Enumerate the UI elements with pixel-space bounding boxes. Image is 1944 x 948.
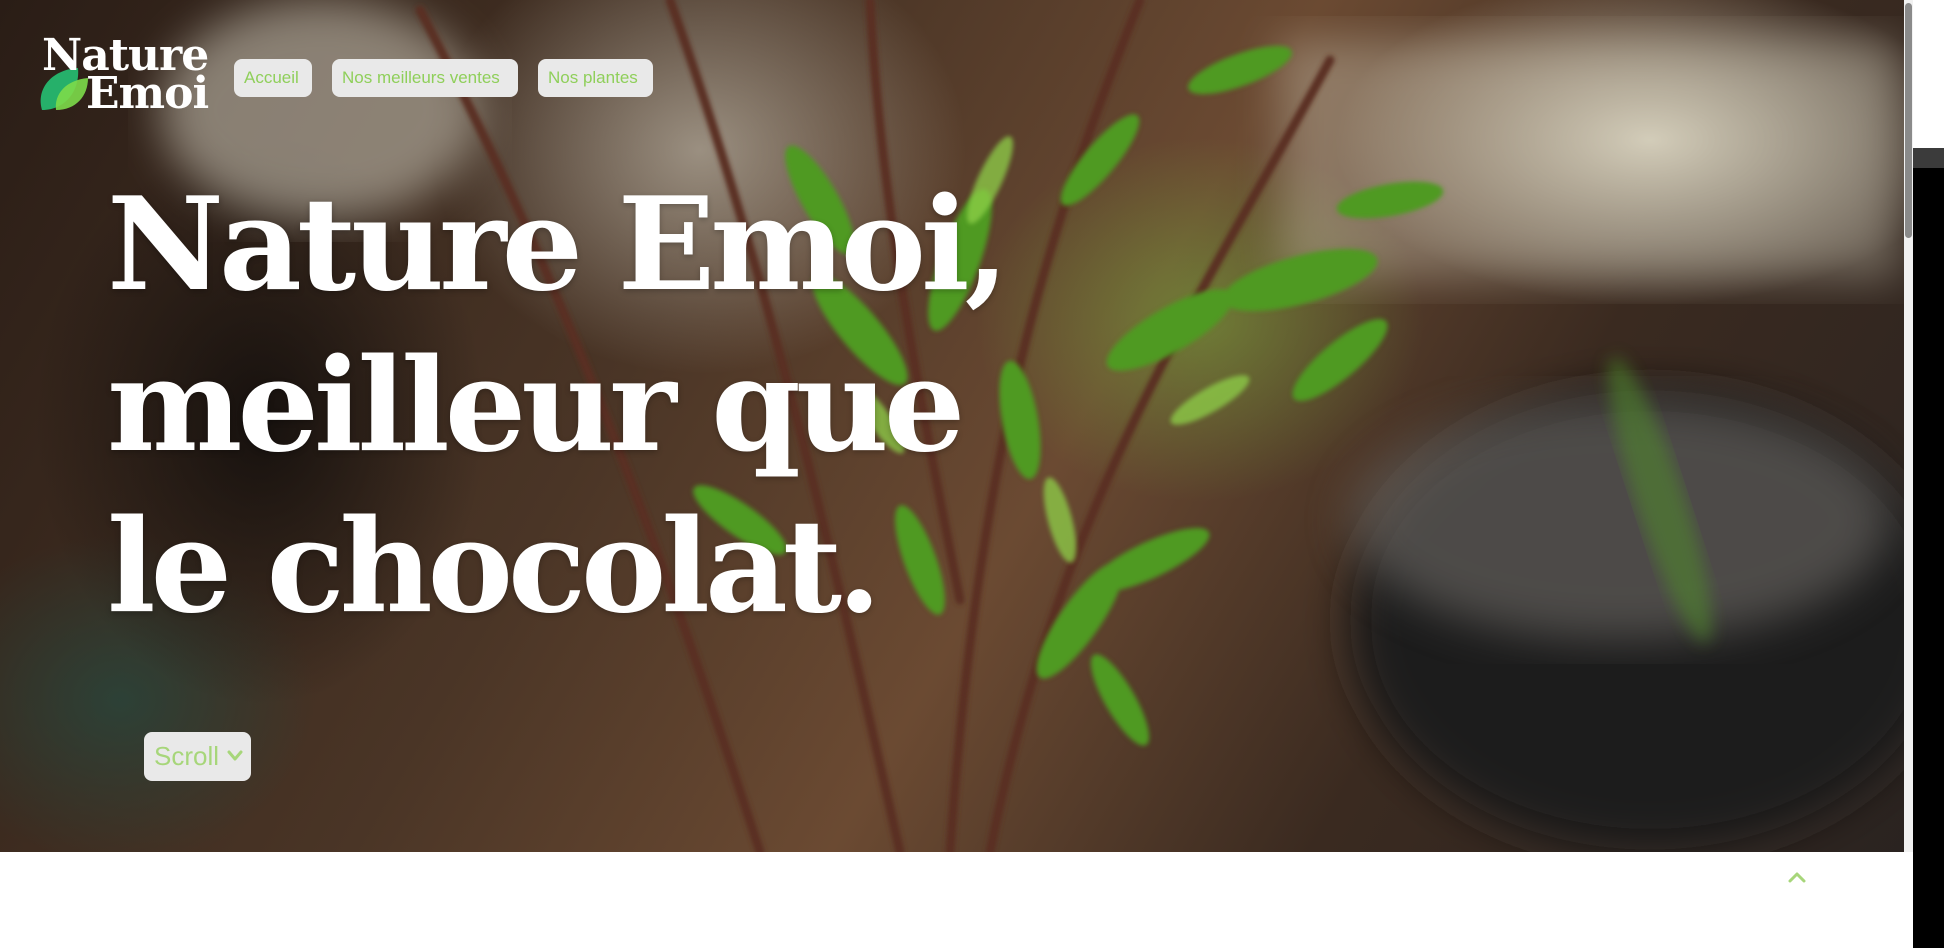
scrollbar-thumb[interactable] <box>1905 3 1912 238</box>
back-to-top-button[interactable] <box>1786 866 1808 888</box>
hero-headline: Nature Emoi, meilleur que le chocolat. <box>107 165 1009 648</box>
chevron-up-icon <box>1788 872 1806 883</box>
scroll-button[interactable]: Scroll <box>144 732 251 781</box>
hero-section: Nature Emoi Accueil Nos meilleurs ventes… <box>0 0 1913 852</box>
window-edge-strip <box>1913 148 1944 948</box>
headline-line-2: meilleur que <box>107 331 965 481</box>
headline-line-3: le chocolat. <box>107 492 882 642</box>
chevron-down-icon <box>227 750 243 761</box>
scroll-button-label: Scroll <box>154 741 220 771</box>
window-edge-strip-top <box>1913 148 1944 168</box>
logo-text-line2: Emoi <box>86 68 209 119</box>
nav-plants-button[interactable]: Nos plantes <box>538 59 653 97</box>
page-viewport: Nature Emoi Accueil Nos meilleurs ventes… <box>0 0 1913 948</box>
headline-line-1: Nature Emoi, <box>107 170 1009 320</box>
logo[interactable]: Nature Emoi <box>36 34 211 119</box>
nav-best-sellers-button[interactable]: Nos meilleurs ventes <box>332 59 518 97</box>
nav-accueil-button[interactable]: Accueil <box>234 59 312 97</box>
